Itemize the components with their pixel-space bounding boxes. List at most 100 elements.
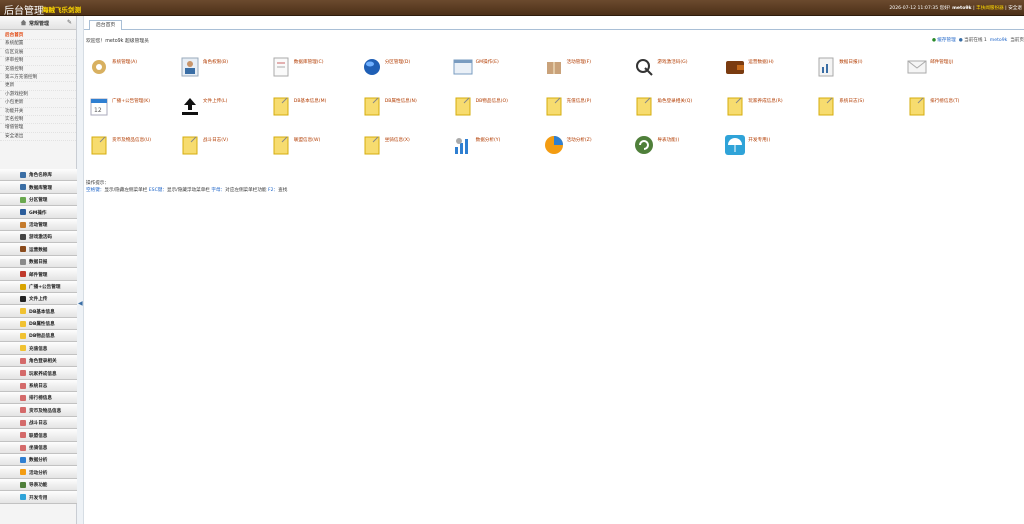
function-tile[interactable]: 文件上传(L) (175, 93, 265, 121)
function-tile[interactable]: 导表功能() (629, 132, 719, 160)
sidebar-link[interactable]: 小包更新 (0, 99, 76, 108)
function-tile[interactable]: 12 广播+公告管理(K) (84, 93, 174, 121)
function-tile-label[interactable]: DB物品信息(O) (476, 98, 508, 104)
function-tile[interactable]: GM操作(E) (448, 54, 538, 82)
function-tile[interactable]: 角色登录相关(Q) (629, 93, 719, 121)
sidebar-splitter[interactable]: ◀ (77, 16, 84, 524)
function-tile[interactable]: 分区管理(D) (357, 54, 447, 82)
function-tile-label[interactable]: 角色权限(B) (203, 59, 228, 65)
sidebar-menu-item[interactable]: 数据日报 (0, 255, 77, 269)
tab-home[interactable]: 后台首页 (89, 20, 123, 30)
function-tile-label[interactable]: 活动管理(F) (567, 59, 592, 65)
sidebar-menu-item[interactable]: 游戏激活码 (0, 230, 77, 244)
function-tile-label[interactable]: 分区管理(D) (385, 59, 411, 65)
function-tile[interactable]: 系统管理(A) (84, 54, 174, 82)
function-tile[interactable]: 玩家养成信息(R) (720, 93, 810, 121)
sidebar-menu-item[interactable]: 玩家养成信息 (0, 367, 77, 380)
function-tile[interactable]: 活动分析(Z) (539, 132, 629, 160)
sidebar-menu-item[interactable]: 导表功能 (0, 478, 77, 492)
function-tile-label[interactable]: 导表功能() (657, 137, 679, 143)
current-user-link[interactable]: meto9k (990, 38, 1008, 43)
function-tile-label[interactable]: 游戏激活码(G) (657, 59, 687, 65)
function-tile-label[interactable]: 排行榜信息(T) (930, 98, 959, 104)
function-tile[interactable]: 坐骑信息(X) (357, 132, 447, 160)
function-tile[interactable]: 数据分析(Y) (448, 132, 538, 160)
function-tile[interactable]: DB属性信息(N) (357, 93, 447, 121)
function-tile-label[interactable]: 文件上传(L) (203, 98, 228, 104)
sidebar-menu-item[interactable]: 坐骑信息 (0, 441, 77, 454)
function-tile-label[interactable]: 活动分析(Z) (567, 137, 592, 143)
sidebar-link[interactable]: 实名控制 (0, 116, 76, 125)
sidebar-menu-item[interactable]: 广播+公告管理 (0, 280, 77, 293)
sidebar-menu-item[interactable]: 排行榜信息 (0, 392, 77, 405)
function-tile[interactable]: 运营数据(H) (720, 54, 810, 82)
function-tile[interactable]: 战斗日志(V) (175, 132, 265, 160)
sidebar-menu-item[interactable]: DB物品信息 (0, 330, 77, 343)
sidebar-link[interactable]: 功能开关 (0, 108, 76, 116)
sidebar-menu-item[interactable]: 联盟信息 (0, 429, 77, 442)
function-tile-label[interactable]: DB基本信息(M) (294, 98, 327, 104)
function-tile-label[interactable]: 数据库管理(C) (294, 59, 324, 65)
online-link[interactable]: 丰扶闻服扮器 (976, 6, 1004, 11)
function-tile-label[interactable]: 数据分析(Y) (476, 137, 501, 143)
sidebar-menu-item[interactable]: 活动管理 (0, 218, 77, 231)
sidebar-header[interactable]: 常规管理 ✎ (0, 16, 76, 30)
cache-link[interactable]: 缓存管理 (937, 38, 955, 43)
function-tile-label[interactable]: DB属性信息(N) (385, 98, 417, 104)
function-tile[interactable]: 货币及物品信息(U) (84, 132, 174, 160)
sidebar-menu-item[interactable]: 开发专用 (0, 491, 77, 504)
function-tile-label[interactable]: 广播+公告管理(K) (112, 98, 150, 104)
sidebar-link[interactable]: 后台首页 (0, 32, 76, 41)
sidebar-menu-item[interactable]: DB属性信息 (0, 317, 77, 331)
sidebar-link[interactable]: 第三方充值控制 (0, 74, 76, 83)
function-tile-label[interactable]: 数据日报(I) (839, 59, 862, 65)
collapse-arrow-icon[interactable]: ◀ (78, 300, 83, 307)
sidebar-menu-item[interactable]: 文件上传 (0, 292, 77, 306)
sidebar-menu-item[interactable]: 运营数据 (0, 243, 77, 256)
function-tile-label[interactable]: 运营数据(H) (748, 59, 773, 65)
sidebar-menu-item[interactable]: 系统日志 (0, 379, 77, 393)
sidebar-menu-item[interactable]: 充值信息 (0, 342, 77, 355)
function-tile-label[interactable]: 坐骑信息(X) (385, 137, 410, 143)
sidebar-link[interactable]: 信区竞展 (0, 49, 76, 58)
sidebar-link[interactable]: 系统配置 (0, 40, 76, 49)
function-tile-label[interactable]: 战斗日志(V) (203, 137, 228, 143)
function-tile-label[interactable]: 系统管理(A) (112, 59, 137, 65)
sidebar-menu-item[interactable]: 货币及物品信息 (0, 404, 77, 417)
function-tile[interactable]: 系统日志(S) (811, 93, 901, 121)
function-tile-label[interactable]: 玩家养成信息(R) (748, 98, 782, 104)
function-tile-label[interactable]: 联盟信息(W) (294, 137, 321, 143)
sidebar-link[interactable]: 评审控制 (0, 57, 76, 66)
function-tile-label[interactable]: 系统日志(S) (839, 98, 864, 104)
function-tile[interactable]: 开发专用() (720, 132, 810, 160)
function-tile-label[interactable]: 开发专用() (748, 137, 770, 143)
function-tile[interactable]: 邮件管理(J) (902, 54, 992, 82)
sidebar-link[interactable]: 增值管理 (0, 124, 76, 133)
function-tile-label[interactable]: 货币及物品信息(U) (112, 137, 151, 143)
logout-link[interactable]: 安全退 (1008, 6, 1022, 11)
function-tile[interactable]: 角色权限(B) (175, 54, 265, 82)
sidebar-link[interactable]: 充值控制 (0, 66, 76, 74)
function-tile[interactable]: 排行榜信息(T) (902, 93, 992, 121)
sidebar-menu-item[interactable]: 战斗日志 (0, 416, 77, 430)
function-tile[interactable]: 充值信息(P) (539, 93, 629, 121)
sidebar-menu-item[interactable]: 分区管理 (0, 193, 77, 207)
sidebar-link[interactable]: 更新 (0, 82, 76, 91)
sidebar-menu-item[interactable]: 角色登录相关 (0, 354, 77, 368)
function-tile-label[interactable]: GM操作(E) (476, 59, 499, 65)
function-tile[interactable]: DB物品信息(O) (448, 93, 538, 121)
function-tile[interactable]: DB基本信息(M) (266, 93, 356, 121)
function-tile-label[interactable]: 角色登录相关(Q) (657, 98, 692, 104)
sidebar-menu-item[interactable]: DB基本信息 (0, 305, 77, 318)
sidebar-menu-item[interactable]: 邮件管理 (0, 268, 77, 281)
sidebar-menu-item[interactable]: 角色名称库 (0, 169, 77, 182)
sidebar-link[interactable]: 安全退出 (0, 133, 76, 142)
function-tile-label[interactable]: 充值信息(P) (567, 98, 592, 104)
sidebar-menu-item[interactable]: 数据库管理 (0, 181, 77, 194)
function-tile[interactable]: 联盟信息(W) (266, 132, 356, 160)
sidebar-link[interactable]: 小游戏控制 (0, 91, 76, 100)
sidebar-menu-item[interactable]: 数据分析 (0, 453, 77, 467)
function-tile[interactable]: 数据库管理(C) (266, 54, 356, 82)
function-tile[interactable]: 数据日报(I) (811, 54, 901, 82)
sidebar-menu-item[interactable]: GM操作 (0, 206, 77, 219)
